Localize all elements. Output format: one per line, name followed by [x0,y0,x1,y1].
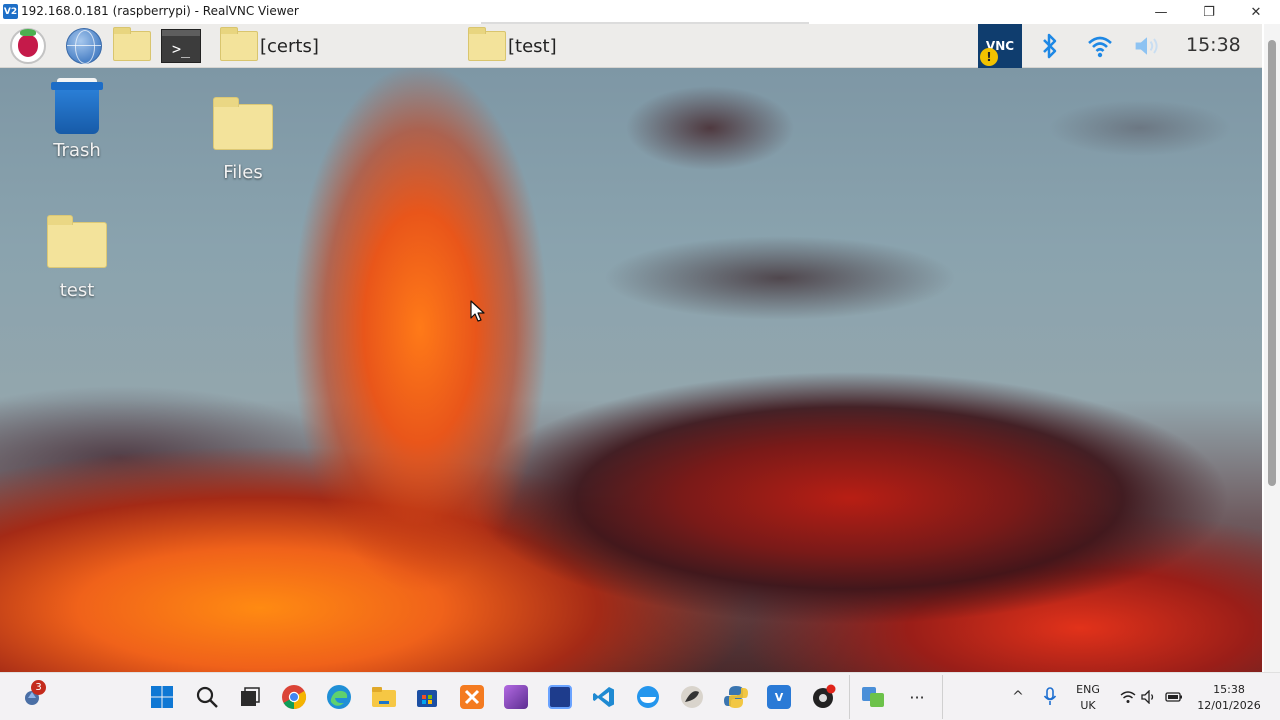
store-icon[interactable] [413,683,441,711]
scrollbar-thumb[interactable] [1268,40,1276,486]
window-label: [test] [508,35,557,57]
globe-icon [66,28,102,64]
obs-icon[interactable] [810,683,838,711]
folder-icon [220,27,258,61]
file-manager-button[interactable] [113,27,153,64]
folder-icon [468,27,506,61]
warning-icon: ! [980,48,998,66]
wifi-icon[interactable] [1086,32,1114,60]
pi-panel-clock[interactable]: 15:38 [1186,34,1241,56]
folder-icon [113,27,151,61]
mouse-pointer-icon [470,300,485,322]
speaker-icon[interactable] [1135,683,1163,711]
trash-icon [51,78,103,134]
screen: V2 192.168.0.181 (raspberrypi) - RealVNC… [0,0,1280,720]
window-label: [certs] [260,35,319,57]
taskbar-window-certs[interactable]: [certs] [220,27,319,64]
more-icon[interactable]: ··· [903,683,931,711]
terminal-button[interactable]: >_ [161,28,201,64]
show-hidden-icons-chevron-icon[interactable]: ^ [1004,683,1032,711]
vertical-scrollbar[interactable] [1264,24,1280,672]
terminal-icon: >_ [161,29,201,63]
remote-desktop-icon[interactable] [546,683,574,711]
desktop-icon-files[interactable]: Files [198,97,288,183]
task-view-icon[interactable] [236,683,264,711]
taskbar-divider [849,675,850,719]
web-browser-button[interactable] [66,28,104,64]
python-icon[interactable] [722,683,750,711]
docker-icon[interactable] [634,683,662,711]
folder-icon [213,97,273,150]
raspberry-icon [18,29,38,57]
search-icon[interactable] [193,683,221,711]
desktop-icon-label: Files [223,162,263,183]
bluetooth-icon[interactable] [1036,32,1064,60]
close-button[interactable]: ✕ [1233,0,1279,24]
taskbar-divider [942,675,943,719]
taskbar-window-test[interactable]: [test] [468,27,557,64]
remote-desktop[interactable]: >_ [certs] [test] VNC ! 15:38 Trash File… [0,24,1262,672]
window-title: 192.168.0.181 (raspberrypi) - RealVNC Vi… [21,4,299,18]
inkscape-icon[interactable] [678,683,706,711]
input-language-indicator[interactable]: ENG UK [1070,682,1106,714]
translate-icon[interactable] [859,683,887,711]
battery-icon[interactable] [1160,683,1188,711]
pi-top-panel: >_ [certs] [test] VNC ! 15:38 [0,24,1262,68]
microphone-icon[interactable] [1036,683,1064,711]
sunset-wallpaper[interactable] [0,68,1262,672]
system-clock[interactable]: 15:38 12/01/2026 [1194,682,1264,714]
desktop-icon-test[interactable]: test [32,215,122,301]
realvnc-icon[interactable]: V [765,683,793,711]
chrome-icon[interactable] [280,683,308,711]
desktop-icon-label: Trash [53,140,101,161]
windows-taskbar: 3 V ··· ^ ENG UK 15:38 12/01/2026 [0,672,1280,720]
restore-button[interactable]: ❐ [1186,0,1232,24]
desktop-icon-trash[interactable]: Trash [32,78,122,161]
viewer-title-bar[interactable]: V2 192.168.0.181 (raspberrypi) - RealVNC… [0,0,1280,24]
file-explorer-icon[interactable] [370,683,398,711]
edge-icon[interactable] [325,683,353,711]
start-icon[interactable] [148,683,176,711]
volume-icon[interactable] [1133,32,1161,60]
minimize-button[interactable]: — [1138,0,1184,24]
xampp-icon[interactable] [458,683,486,711]
desktop-icon-label: test [59,280,95,301]
notification-badge: 3 [31,680,46,695]
folder-icon [47,215,107,268]
vnc-server-tray-icon[interactable]: VNC ! [978,24,1022,68]
realvnc-app-icon[interactable]: V2 [3,4,18,19]
visual-studio-icon[interactable] [502,683,530,711]
vscode-icon[interactable] [590,683,618,711]
raspberry-menu-button[interactable] [10,28,48,64]
